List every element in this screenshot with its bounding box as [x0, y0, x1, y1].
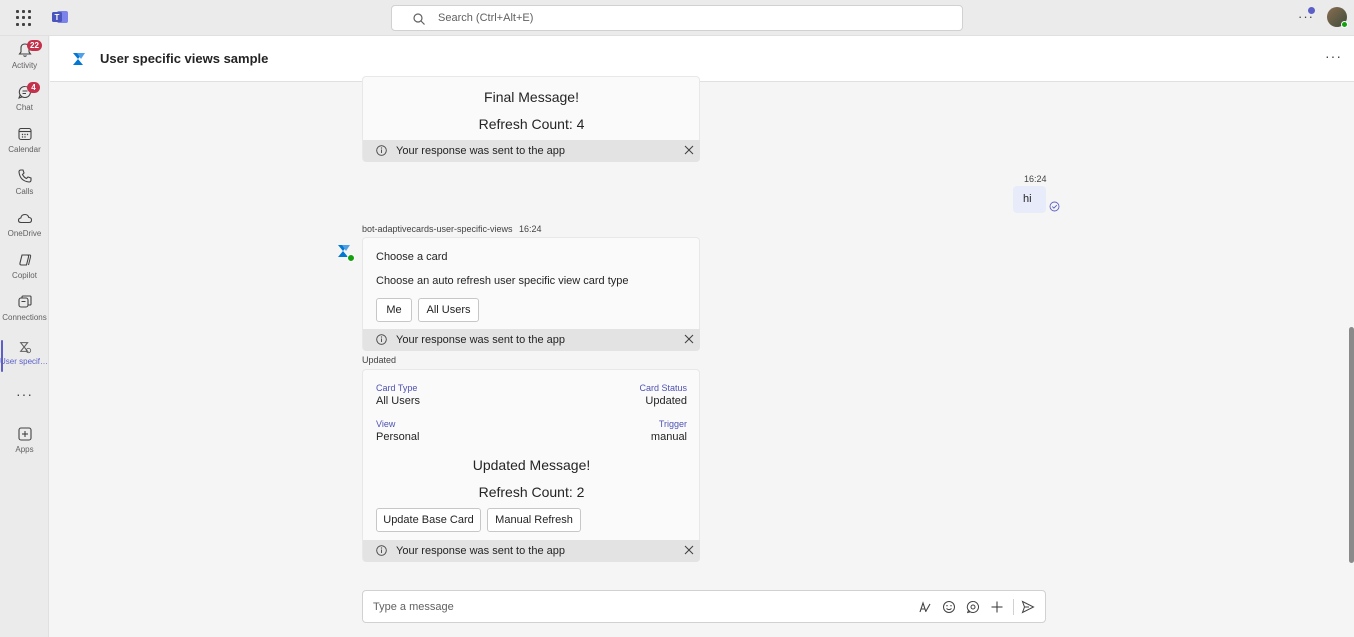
update-base-card-button[interactable]: Update Base Card — [376, 508, 481, 532]
rail-item-copilot[interactable]: Copilot — [0, 252, 49, 292]
more-options-icon[interactable]: ··· — [1325, 48, 1342, 64]
card-type-label: Card Type — [376, 383, 418, 393]
card-status-value: Updated — [645, 395, 687, 407]
chat-pane: Final Message! Refresh Count: 4 Your res… — [50, 76, 1354, 637]
page-title: User specific views sample — [100, 51, 269, 66]
search-placeholder: Search (Ctrl+Alt+E) — [438, 12, 534, 24]
teams-logo-icon: T — [52, 11, 68, 23]
response-text: Your response was sent to the app — [396, 545, 565, 557]
bot-app-icon — [19, 342, 31, 354]
app-rail: 22 Activity 4 Chat Calendar Calls OneDri… — [0, 36, 49, 637]
response-text: Your response was sent to the app — [396, 334, 565, 346]
copilot-icon — [18, 254, 31, 266]
read-receipt-icon — [1049, 201, 1060, 212]
more-apps-icon[interactable]: ··· — [0, 386, 49, 426]
refresh-count: Refresh Count: 4 — [478, 116, 585, 132]
rail-item-onedrive[interactable]: OneDrive — [0, 210, 49, 250]
bot-sender-name: bot-adaptivecards-user-specific-views — [362, 224, 513, 234]
presence-available-icon — [1341, 21, 1348, 28]
response-footer: Your response was sent to the app — [363, 329, 700, 351]
send-icon[interactable] — [1021, 600, 1035, 614]
rail-item-connections[interactable]: Connections — [0, 294, 49, 334]
rail-label-apps: Apps — [15, 445, 34, 454]
activity-badge: 22 — [27, 40, 42, 51]
card-subtext: Choose an auto refresh user specific vie… — [376, 275, 629, 287]
compose-placeholder: Type a message — [373, 601, 454, 613]
user-message-text: hi — [1023, 193, 1032, 205]
chat-header: User specific views sample ··· — [50, 36, 1354, 82]
message-compose-box[interactable]: Type a message — [362, 590, 1046, 623]
rail-label-activity: Activity — [11, 61, 38, 70]
adaptive-card-updated: Card Type All Users Card Status Updated … — [362, 369, 700, 562]
rail-item-calendar[interactable]: Calendar — [0, 126, 49, 166]
chat-badge: 4 — [27, 82, 40, 93]
info-icon — [376, 334, 387, 345]
response-footer: Your response was sent to the app — [363, 540, 700, 562]
compose-divider — [1013, 599, 1014, 615]
adaptive-card-final: Final Message! Refresh Count: 4 Your res… — [362, 76, 700, 162]
card-heading: Choose a card — [376, 251, 448, 263]
card-title: Final Message! — [484, 89, 579, 105]
svg-text:T: T — [55, 13, 60, 22]
add-apps-icon — [17, 427, 32, 441]
chat-scrollbar[interactable] — [1349, 327, 1354, 563]
close-icon[interactable] — [684, 145, 694, 155]
rail-item-calls[interactable]: Calls — [0, 168, 49, 208]
response-text: Your response was sent to the app — [396, 145, 565, 157]
rail-label-copilot: Copilot — [12, 271, 37, 280]
trigger-value: manual — [650, 431, 687, 443]
profile-avatar[interactable] — [1327, 7, 1348, 28]
add-icon[interactable] — [990, 600, 1004, 614]
me-button[interactable]: Me — [376, 298, 412, 322]
trigger-label: Trigger — [658, 419, 687, 429]
view-label: View — [376, 419, 396, 429]
card-title: Updated Message! — [472, 457, 591, 473]
calendar-icon — [17, 127, 32, 141]
rail-label-calls: Calls — [15, 187, 34, 196]
rail-label-onedrive: OneDrive — [7, 229, 42, 238]
user-message-time: 16:24 — [1024, 174, 1047, 184]
card-type-value: All Users — [376, 395, 421, 407]
connections-icon — [17, 295, 32, 308]
loop-icon[interactable] — [966, 600, 980, 614]
rail-item-apps[interactable]: Apps — [0, 426, 49, 466]
notification-dot — [1308, 7, 1315, 14]
info-icon — [376, 145, 387, 156]
manual-refresh-button[interactable]: Manual Refresh — [487, 508, 581, 532]
rail-label-connections: Connections — [2, 313, 47, 322]
search-box[interactable]: Search (Ctrl+Alt+E) — [391, 5, 963, 31]
close-icon[interactable] — [684, 545, 694, 555]
user-message-bubble[interactable]: hi — [1013, 186, 1046, 213]
title-bar: T Search (Ctrl+Alt+E) ··· — [0, 0, 1354, 36]
refresh-count: Refresh Count: 2 — [478, 484, 585, 500]
updated-label: Updated — [362, 355, 397, 365]
rail-label-calendar: Calendar — [8, 145, 41, 154]
bot-avatar[interactable] — [334, 241, 355, 262]
bot-message-time: 16:24 — [519, 224, 542, 234]
active-indicator — [1, 340, 3, 372]
rail-item-user-specific[interactable]: User specific... — [0, 340, 49, 380]
response-footer: Your response was sent to the app — [363, 140, 700, 162]
format-icon[interactable] — [918, 600, 932, 614]
bot-presence-icon — [347, 254, 355, 262]
app-launcher-icon[interactable] — [14, 9, 34, 27]
close-icon[interactable] — [684, 334, 694, 344]
view-value: Personal — [376, 431, 420, 443]
rail-label-chat: Chat — [16, 103, 33, 112]
adaptive-card-choose: Choose a card Choose an auto refresh use… — [362, 237, 700, 351]
all-users-button[interactable]: All Users — [418, 298, 479, 322]
emoji-icon[interactable] — [942, 600, 956, 614]
rail-label-user-specific: User specific... — [0, 357, 49, 366]
cloud-icon — [17, 213, 32, 224]
app-logo-icon — [73, 53, 85, 65]
search-icon — [413, 13, 425, 25]
info-icon — [376, 545, 387, 556]
rail-item-chat[interactable]: 4 Chat — [0, 82, 49, 124]
rail-item-activity[interactable]: 22 Activity — [0, 40, 49, 82]
phone-icon — [17, 169, 32, 183]
card-status-label: Card Status — [639, 383, 687, 393]
